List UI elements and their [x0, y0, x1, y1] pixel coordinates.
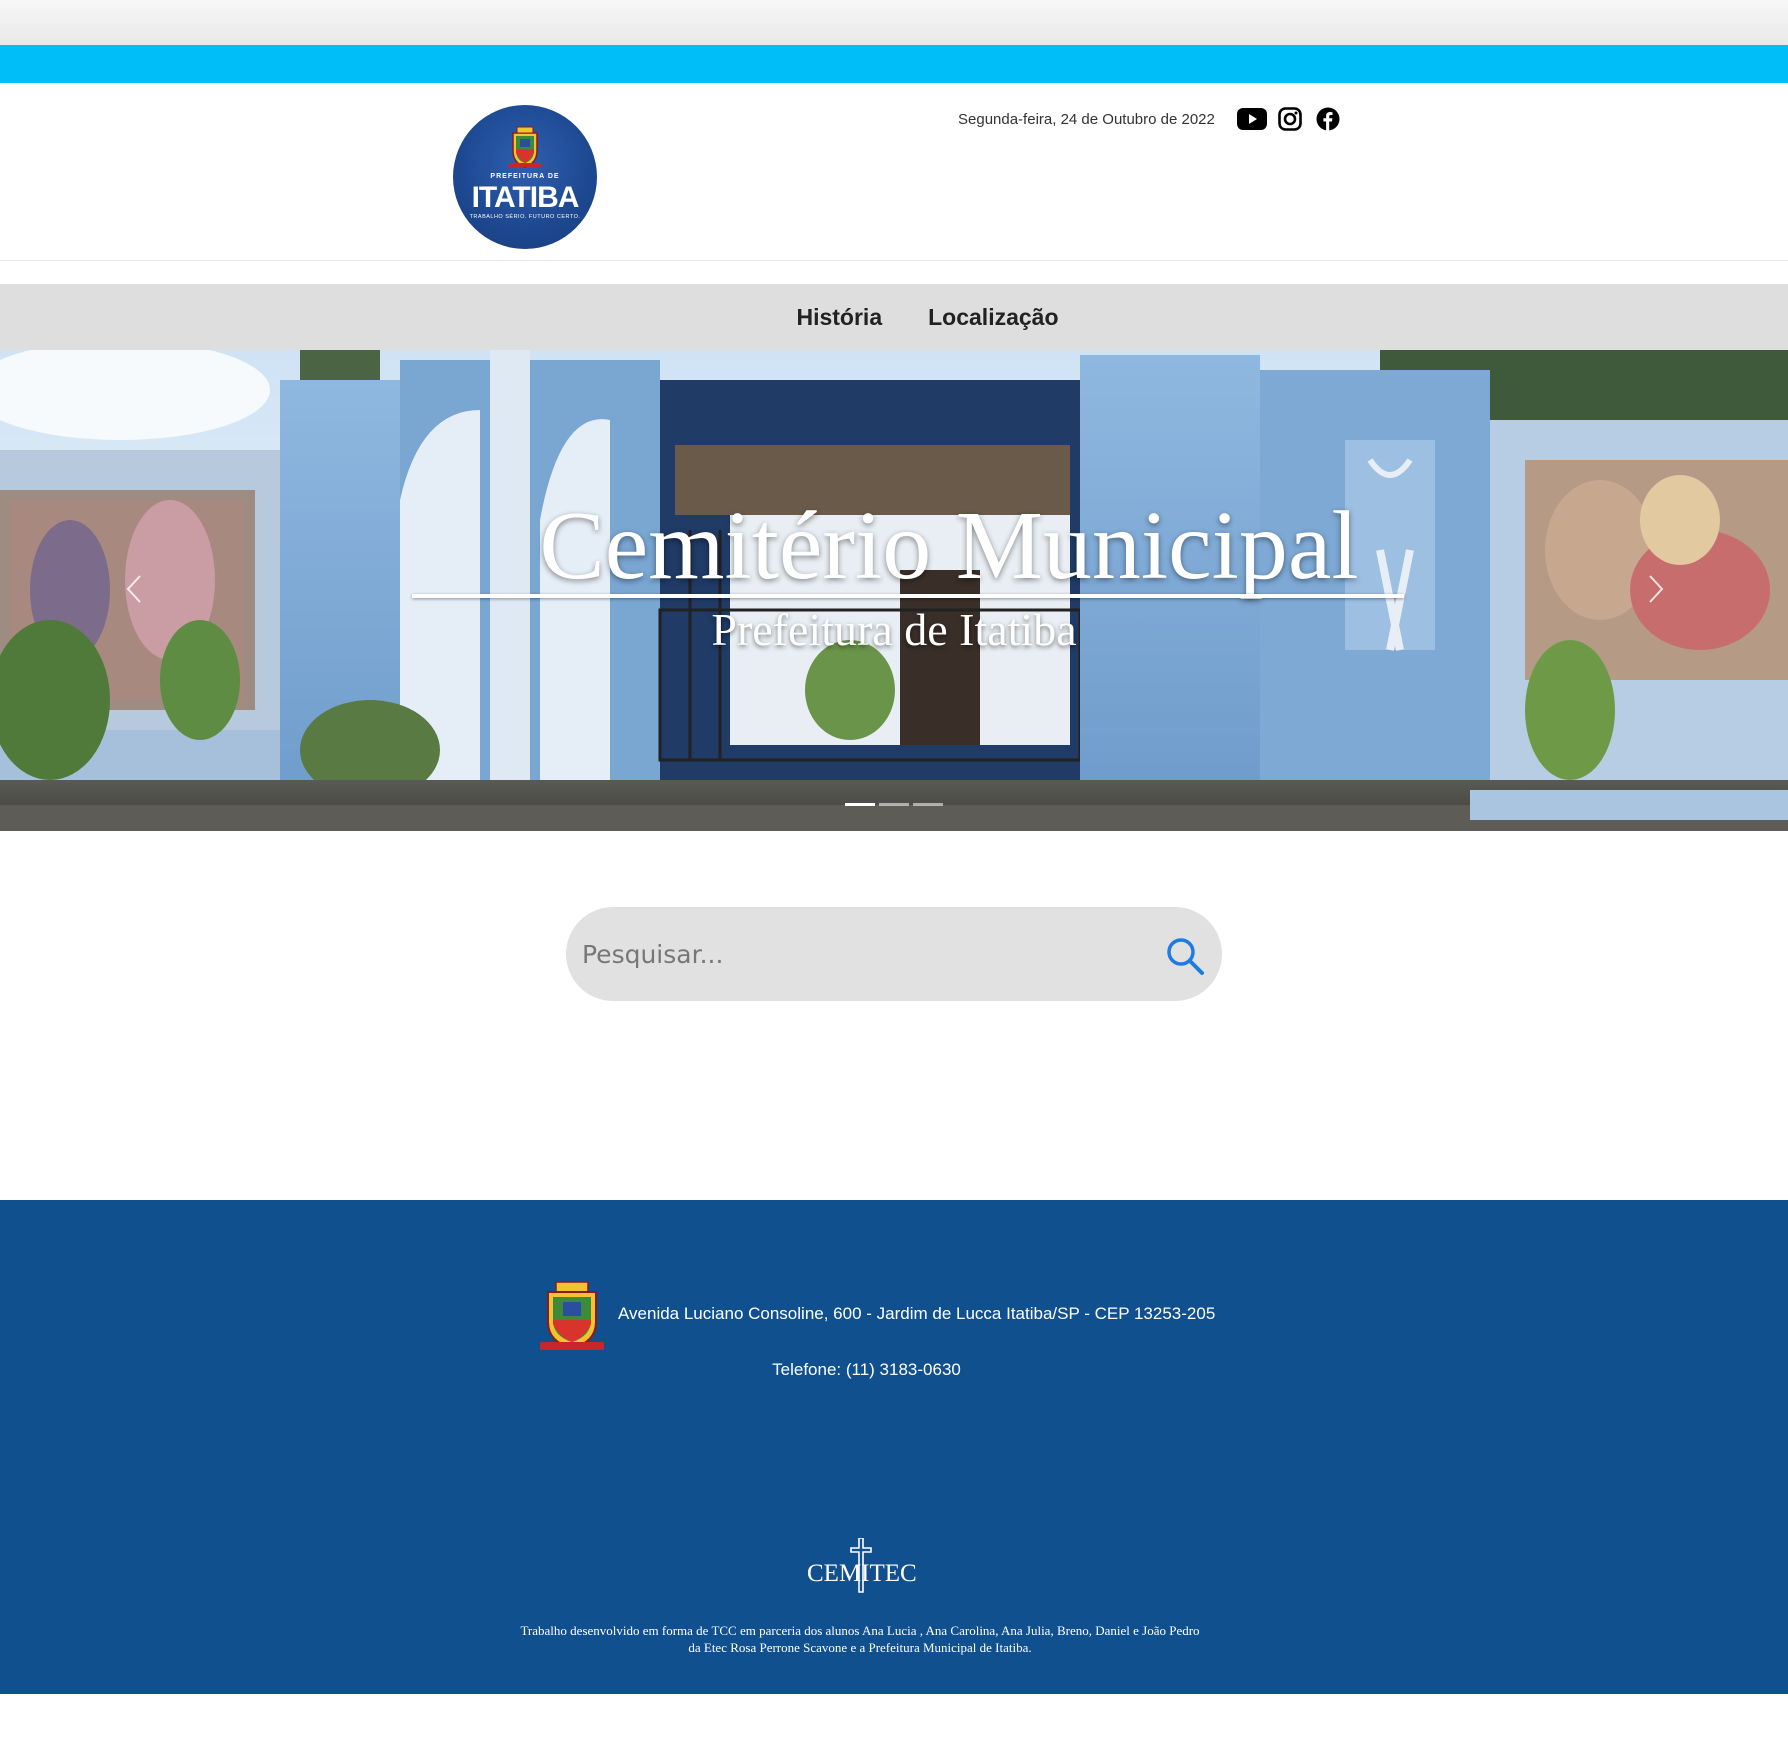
hero-title: Cemitério Municipal	[539, 492, 1359, 600]
hero-carousel: Cemitério Municipal Prefeitura de Itatib…	[0, 350, 1788, 831]
nav-item-localizacao[interactable]: Localização	[928, 304, 1058, 331]
accent-bar	[0, 45, 1788, 83]
logo-tagline: TRABALHO SÉRIO. FUTURO CERTO.	[469, 214, 581, 220]
carousel-indicators	[845, 803, 947, 806]
coat-of-arms-icon	[540, 1281, 604, 1350]
main-nav: História Localização	[0, 284, 1788, 350]
carousel-indicator-1[interactable]	[845, 803, 875, 806]
credits-line-1: Trabalho desenvolvido em forma de TCC em…	[520, 1623, 1200, 1638]
cemitec-brand: CEMITEC	[807, 1560, 917, 1587]
site-footer: Avenida Luciano Consoline, 600 - Jardim …	[0, 1200, 1788, 1694]
logo-small-text: PREFEITURA DE	[490, 173, 560, 180]
credits-line-2: da Etec Rosa Perrone Scavone e a Prefeit…	[688, 1640, 1032, 1655]
hero-subtitle: Prefeitura de Itatiba	[711, 604, 1077, 655]
search-bar	[566, 907, 1222, 1001]
coat-of-arms-icon	[509, 126, 541, 168]
carousel-indicator-2[interactable]	[879, 803, 909, 806]
current-date: Segunda-feira, 24 de Outubro de 2022	[958, 110, 1215, 128]
carousel-prev-button[interactable]	[120, 572, 150, 606]
header-meta: Segunda-feira, 24 de Outubro de 2022	[958, 107, 1343, 131]
chevron-right-icon	[1649, 575, 1664, 603]
facebook-icon[interactable]	[1313, 107, 1343, 131]
footer-phone: Telefone: (11) 3183-0630	[772, 1360, 961, 1379]
footer-credits: Trabalho desenvolvido em forma de TCC em…	[0, 1622, 1720, 1656]
instagram-icon[interactable]	[1275, 107, 1305, 131]
prefeitura-logo[interactable]: PREFEITURA DE ITATIBA TRABALHO SÉRIO. FU…	[453, 105, 597, 249]
nav-item-historia[interactable]: História	[796, 304, 882, 331]
chevron-left-icon	[126, 575, 141, 603]
carousel-indicator-3[interactable]	[913, 803, 943, 806]
logo-name: ITATIBA	[471, 181, 580, 214]
browser-top-strip	[0, 0, 1788, 45]
search-input[interactable]	[582, 939, 1142, 969]
site-header: PREFEITURA DE ITATIBA TRABALHO SÉRIO. FU…	[0, 83, 1788, 261]
carousel-next-button[interactable]	[1640, 572, 1670, 606]
search-button[interactable]	[1164, 935, 1206, 977]
footer-address: Avenida Luciano Consoline, 600 - Jardim …	[618, 1304, 1216, 1323]
search-icon	[1167, 938, 1204, 975]
cemitec-logo: CEMITEC	[804, 1538, 917, 1598]
hero-title-underline	[412, 594, 1404, 598]
youtube-icon[interactable]	[1236, 107, 1267, 131]
